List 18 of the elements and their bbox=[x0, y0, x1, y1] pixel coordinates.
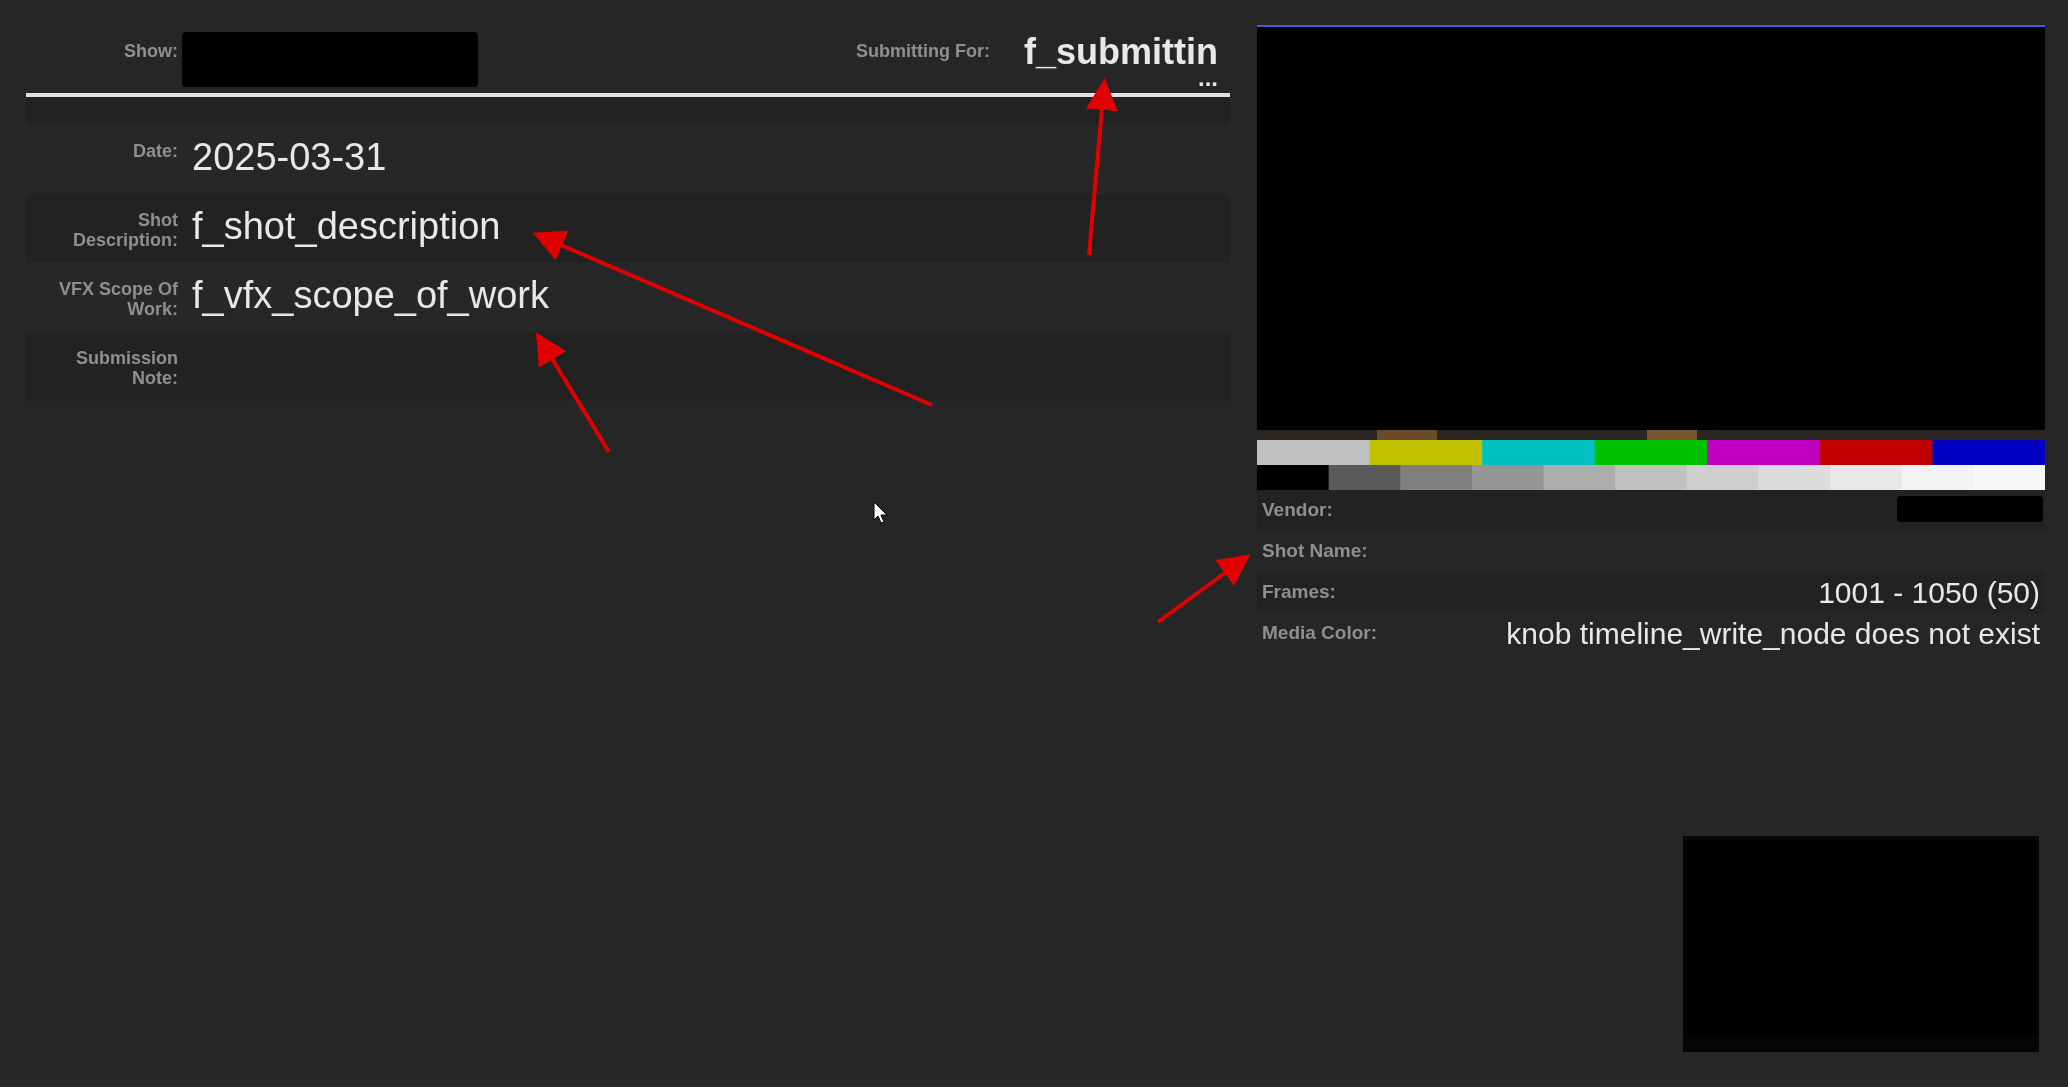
overflow-ellipsis: ... bbox=[1198, 72, 1218, 84]
field-value: f_submittin bbox=[1024, 32, 1218, 72]
field-label: Submitting For: bbox=[856, 40, 990, 63]
info-label: Vendor: bbox=[1262, 498, 1333, 522]
info-label: Media Color: bbox=[1262, 621, 1378, 645]
field-label: Show: bbox=[123, 40, 178, 63]
field-label: Date: bbox=[132, 140, 178, 161]
info-value: 1001 - 1050 (50) bbox=[1818, 575, 2040, 610]
field-label: Shot Description: bbox=[72, 209, 178, 250]
info-label: Shot Name: bbox=[1262, 539, 1368, 563]
cursor-icon bbox=[873, 501, 888, 524]
field-label: VFX Scope Of Work: bbox=[57, 278, 178, 319]
field-label: Submission Note: bbox=[75, 347, 178, 388]
info-value: knob timeline_write_node does not exist bbox=[1506, 616, 2040, 651]
field-value: f_shot_description bbox=[192, 206, 501, 246]
field-value: f_vfx_scope_of_work bbox=[192, 275, 549, 315]
info-label: Frames: bbox=[1262, 580, 1336, 604]
field-value: 2025-03-31 bbox=[192, 137, 387, 177]
